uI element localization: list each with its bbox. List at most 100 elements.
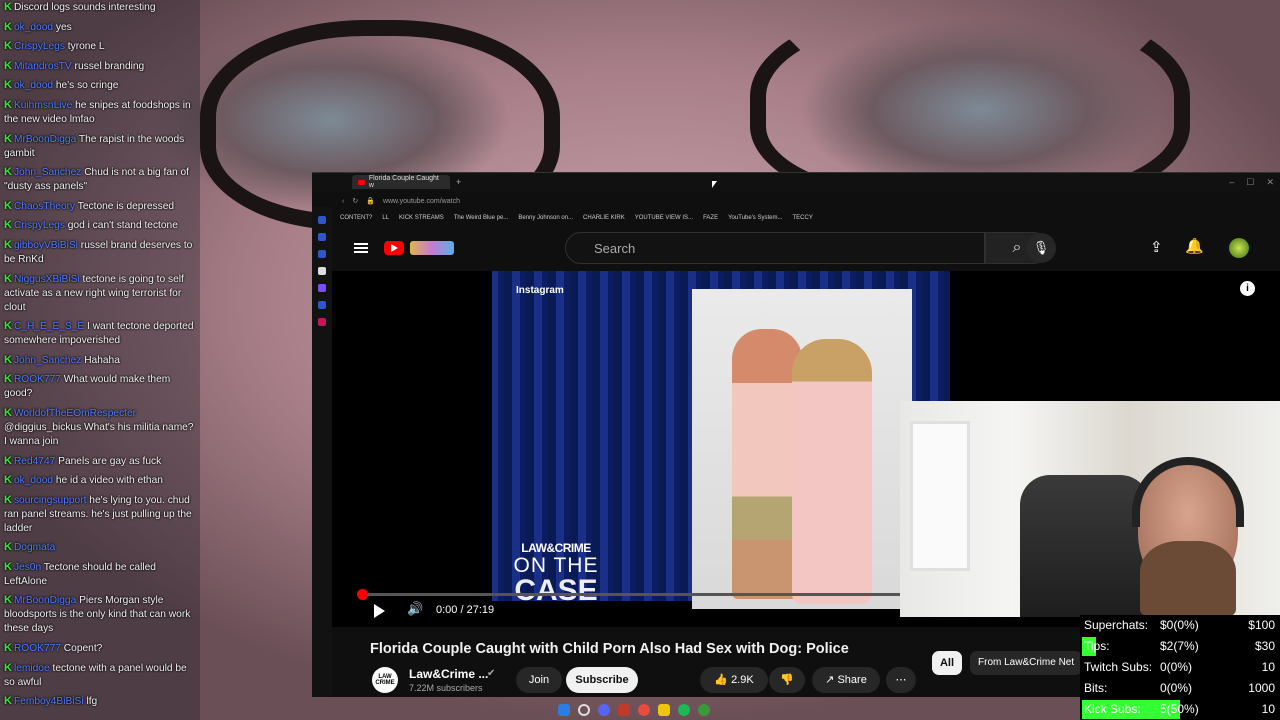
youtube-logo-icon[interactable] [384,241,404,255]
goal-goal: $30 [1254,639,1275,653]
goal-row: Superchats: $0(0%) $100 [1080,615,1280,636]
sidebar-app-icon[interactable] [318,284,326,292]
chat-username[interactable]: NiggusXBiBiSi [14,274,80,285]
progress-scrubber[interactable] [357,589,368,600]
minimize-icon[interactable]: – [1229,177,1234,188]
chat-username[interactable]: ok_dood [14,22,53,33]
chat-username[interactable]: MrBoonDigga [14,595,76,606]
goal-value: 5(50%) [1160,702,1199,716]
sidebar-app-icon[interactable] [318,318,326,326]
subscribe-button[interactable]: Subscribe [566,667,638,693]
chat-username[interactable]: KuihmsnLive [14,100,72,111]
chip-from-channel[interactable]: From Law&Crime Net [970,651,1082,675]
chat-username[interactable]: CrispyLegs [14,220,65,231]
chat-username[interactable]: gibboyVBiBiSi [14,240,78,251]
goal-goal: 10 [1261,660,1275,674]
chip-all[interactable]: All [932,651,962,675]
kick-badge-icon: K [4,166,12,179]
chat-username[interactable]: Femboy4BiBiSi [14,696,84,707]
back-icon[interactable]: ‹ [342,198,344,205]
xbox-icon[interactable] [698,703,710,716]
lock-icon: 🔒 [366,198,375,205]
bookmark-item[interactable]: The Weird Blue pe... [454,215,509,221]
tab-bar: Florida Couple Caught w + – ☐ ✕ [312,173,1280,191]
channel-avatar[interactable]: LAW CRIME [372,667,398,693]
discord-icon[interactable] [598,703,610,716]
progress-bar[interactable] [357,589,902,600]
sidebar-app-icon[interactable] [318,216,326,224]
bookmark-item[interactable]: Benny Johnson on... [518,215,573,221]
goal-value: 0(0%) [1160,681,1193,695]
search-icon[interactable] [578,703,590,716]
browser-tab[interactable]: Florida Couple Caught w [352,175,450,189]
chat-username[interactable]: Dogmata [14,542,55,553]
dislike-button[interactable]: 👎 [769,667,805,693]
bookmark-item[interactable]: TECCY [792,215,812,221]
bookmark-item[interactable]: FAZE [703,215,718,221]
spotify-icon[interactable] [678,703,690,716]
streamer-beard [1140,541,1236,617]
goal-label: Superchats: [1084,618,1149,632]
bell-icon[interactable]: 🔔 [1185,237,1204,255]
sidebar-app-icon[interactable] [318,233,326,241]
maximize-icon[interactable]: ☐ [1246,177,1254,188]
bookmark-item[interactable]: LL [382,215,389,221]
goal-value: 0(0%) [1160,660,1193,674]
join-button[interactable]: Join [516,667,562,693]
chat-username[interactable]: CrispyLegs [14,41,65,52]
app-icon[interactable] [618,703,630,716]
close-icon[interactable]: ✕ [1266,177,1274,188]
brand-top: LAW&CRIME [521,541,591,555]
goal-label: Bits: [1084,681,1108,695]
doodle-icon[interactable] [410,241,454,255]
chat-message: K C_H_E_E_S_E I want tectone deported som… [4,319,196,348]
start-icon[interactable] [558,703,570,716]
channel-name[interactable]: Law&Crime ... [409,667,488,681]
sidebar-app-icon[interactable] [318,267,326,275]
share-button[interactable]: ↗ Share [812,667,880,693]
chat-username[interactable]: MitandrosTV [14,61,72,72]
chat-username[interactable]: ChaosTheory [14,201,75,212]
bookmark-item[interactable]: KICK STREAMS [399,215,444,221]
bookmark-item[interactable]: YOUTUBE VIEW IS... [635,215,693,221]
chat-username[interactable]: lemidoe [14,663,50,674]
bookmark-item[interactable]: YouTube's System... [728,215,782,221]
like-button[interactable]: 👍 2.9K [700,667,768,693]
search-input[interactable]: Search [565,232,985,264]
chat-username[interactable]: WorldofTheEOmRespecter [14,408,136,419]
chat-username[interactable]: C_H_E_E_S_E [14,321,84,332]
upload-icon[interactable]: ⇪ [1150,238,1163,256]
chat-username[interactable]: sourcingsupport [14,495,87,506]
avatar[interactable] [1229,238,1249,258]
chat-username[interactable]: Red4747 [14,456,55,467]
chat-username[interactable]: ROOK777 [14,643,61,654]
kick-badge-icon: K [4,1,12,13]
bookmark-item[interactable]: CHARLIE KIRK [583,215,625,221]
reload-icon[interactable]: ↻ [352,197,358,205]
more-actions-button[interactable]: ⋯ [886,667,916,693]
info-icon[interactable]: i [1240,281,1255,296]
volume-icon[interactable]: 🔊 [407,601,423,617]
chat-username[interactable]: John_Sanchez [14,167,81,178]
menu-icon[interactable] [354,243,368,253]
chat-username[interactable]: John_Sanchez [14,355,81,366]
sidebar-app-icon[interactable] [318,301,326,309]
chat-message: K MrBoonDigga Piers Morgan style bloodspo… [4,593,196,636]
sidebar-app-icon[interactable] [318,250,326,258]
folder-icon[interactable] [658,703,670,716]
bookmark-item[interactable]: CONTENT? [340,215,372,221]
chat-username[interactable]: MrBoonDigga [14,134,76,145]
chat-username[interactable]: ok_dood [14,475,53,486]
goal-row: Twitch Subs: 0(0%) 10 [1080,657,1280,678]
chat-username[interactable]: Jes0n [14,562,41,573]
chat-message: K Red4747 Panels are gay as fuck [4,454,196,469]
browser-icon[interactable] [638,703,650,716]
url-field[interactable]: www.youtube.com/watch [383,198,460,205]
chat-username[interactable]: ok_dood [14,80,53,91]
goal-value: $0(0%) [1160,618,1199,632]
chat-message: K John_Sanchez Hahaha [4,353,196,368]
chat-username[interactable]: ROOK777 [14,374,61,385]
new-tab-icon[interactable]: + [456,177,461,187]
voice-search-button[interactable]: 🎙 [1026,233,1056,263]
play-icon[interactable] [374,604,385,618]
